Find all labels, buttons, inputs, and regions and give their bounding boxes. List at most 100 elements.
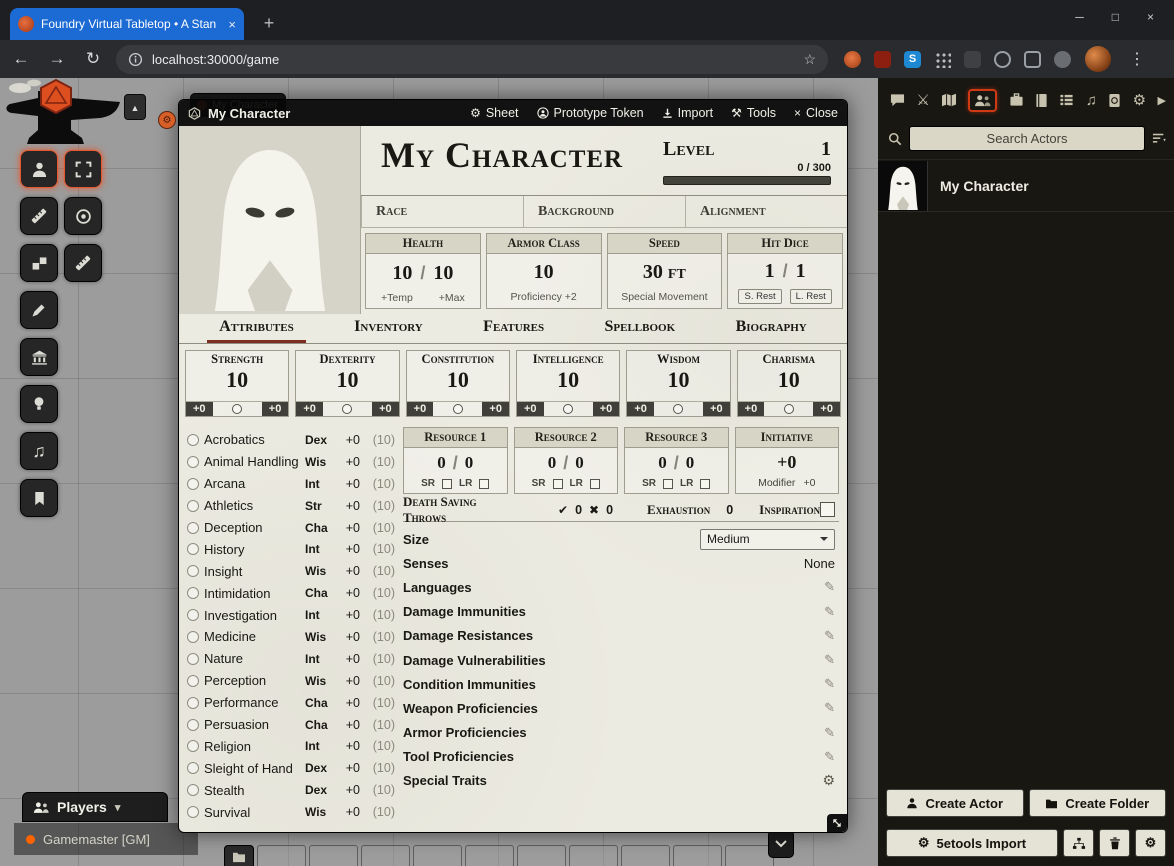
ability-score[interactable]: 10	[627, 367, 729, 401]
minimize-icon[interactable]: ─	[1075, 10, 1084, 24]
skill-proficiency-toggle[interactable]	[187, 565, 199, 577]
special-movement-label[interactable]: Special Movement	[608, 291, 722, 308]
ability-name[interactable]: Dexterity	[296, 351, 398, 367]
check-icon[interactable]: ✔	[558, 503, 568, 517]
skill-name[interactable]: Religion	[204, 739, 300, 754]
skill-proficiency-toggle[interactable]	[187, 609, 199, 621]
hotbar-slot[interactable]	[673, 845, 722, 866]
browser-tab[interactable]: Foundry Virtual Tabletop • A Stan ×	[10, 8, 244, 40]
tab-compendium[interactable]	[1108, 93, 1121, 108]
players-panel[interactable]: Players ▾	[22, 792, 168, 822]
skill-name[interactable]: Performance	[204, 695, 300, 710]
tab-playlists[interactable]: ♫	[1086, 92, 1097, 109]
skill-proficiency-toggle[interactable]	[187, 675, 199, 687]
max-hp-label[interactable]: +Max	[439, 292, 465, 304]
hotbar-slot[interactable]	[621, 845, 670, 866]
extension-icon-2[interactable]	[874, 51, 891, 68]
edit-icon[interactable]: ✎	[824, 652, 835, 668]
ability-score[interactable]: 10	[407, 367, 509, 401]
tab-scenes[interactable]	[941, 93, 957, 107]
short-rest-checkbox[interactable]	[442, 479, 452, 489]
tiles-controls-button[interactable]	[20, 244, 58, 282]
5etools-import-button[interactable]: ⚙ 5etools Import	[886, 829, 1058, 857]
edit-icon[interactable]: ✎	[824, 725, 835, 741]
hd-current[interactable]: 1	[765, 260, 775, 283]
skill-proficiency-toggle[interactable]	[187, 762, 199, 774]
size-select[interactable]: Medium	[700, 529, 835, 550]
hotbar-slot[interactable]	[569, 845, 618, 866]
sheet-tab[interactable]: Spellbook	[593, 314, 688, 343]
skill-name[interactable]: Perception	[204, 673, 300, 688]
speed-value[interactable]: 30 ft	[643, 261, 686, 284]
skill-proficiency-toggle[interactable]	[187, 587, 199, 599]
measure-controls-button[interactable]	[20, 197, 58, 235]
walls-controls-button[interactable]	[20, 338, 58, 376]
ability-name[interactable]: Constitution	[407, 351, 509, 367]
save-proficiency-toggle[interactable]	[232, 404, 242, 414]
resource-max[interactable]: 0	[575, 453, 584, 473]
hp-max[interactable]: 10	[433, 262, 453, 285]
save-proficiency-toggle[interactable]	[342, 404, 352, 414]
skill-proficiency-toggle[interactable]	[187, 784, 199, 796]
character-portrait[interactable]	[179, 126, 361, 314]
modifier-value[interactable]: +0	[803, 477, 815, 489]
death-success-count[interactable]: 0	[575, 503, 582, 517]
long-rest-checkbox[interactable]	[590, 479, 600, 489]
character-name[interactable]: My Character	[381, 136, 663, 176]
window-resize-handle[interactable]	[827, 814, 847, 832]
skill-name[interactable]: Persuasion	[204, 717, 300, 732]
skill-name[interactable]: Investigation	[204, 608, 300, 623]
field-input[interactable]	[415, 203, 509, 221]
inspiration-checkbox[interactable]	[820, 502, 835, 517]
skill-proficiency-toggle[interactable]	[187, 806, 199, 818]
ability-score[interactable]: 10	[296, 367, 398, 401]
ability-score[interactable]: 10	[517, 367, 619, 401]
sheet-config-button[interactable]: ⚙ Sheet	[470, 106, 518, 120]
sounds-controls-button[interactable]: ♫	[20, 432, 58, 470]
extension-icon-1[interactable]	[844, 51, 861, 68]
cross-icon[interactable]: ✖	[589, 503, 599, 517]
extension-icon-3[interactable]: S	[904, 51, 921, 68]
hotbar-slot[interactable]	[465, 845, 514, 866]
skill-name[interactable]: Intimidation	[204, 586, 300, 601]
close-button[interactable]: × Close	[794, 106, 838, 120]
lighting-controls-button[interactable]	[20, 385, 58, 423]
target-tool-button[interactable]	[64, 197, 102, 235]
maximize-icon[interactable]: □	[1112, 10, 1119, 24]
initiative-value[interactable]: +0	[736, 448, 839, 477]
address-bar[interactable]: localhost:30000/game ☆	[116, 45, 828, 74]
edit-icon[interactable]: ✎	[824, 579, 835, 595]
save-proficiency-toggle[interactable]	[784, 404, 794, 414]
search-input[interactable]	[909, 126, 1145, 151]
info-icon[interactable]	[128, 52, 143, 67]
ability-score[interactable]: 10	[186, 367, 288, 401]
ability-name[interactable]: Charisma	[738, 351, 840, 367]
long-rest-checkbox[interactable]	[700, 479, 710, 489]
xp-value[interactable]: 0 / 300	[663, 162, 831, 174]
short-rest-checkbox[interactable]	[553, 479, 563, 489]
tab-items[interactable]	[1009, 93, 1024, 107]
skill-proficiency-toggle[interactable]	[187, 456, 199, 468]
resource-label[interactable]: Resource 1	[404, 428, 507, 448]
save-proficiency-toggle[interactable]	[563, 404, 573, 414]
skill-name[interactable]: Nature	[204, 651, 300, 666]
url-text[interactable]: localhost:30000/game	[152, 52, 794, 67]
sheet-tab[interactable]: Biography	[724, 314, 819, 343]
browser-menu-icon[interactable]: ⋮	[1121, 49, 1153, 69]
tab-actors[interactable]	[968, 89, 997, 112]
skill-name[interactable]: Medicine	[204, 629, 300, 644]
actor-entry[interactable]: My Character	[878, 160, 1174, 212]
extension-icon-5[interactable]	[964, 51, 981, 68]
ability-name[interactable]: Wisdom	[627, 351, 729, 367]
drawings-controls-button[interactable]	[20, 291, 58, 329]
field-input[interactable]	[622, 203, 671, 221]
skill-proficiency-toggle[interactable]	[187, 543, 199, 555]
resource-max[interactable]: 0	[465, 453, 474, 473]
skill-name[interactable]: Stealth	[204, 783, 300, 798]
sidebar-collapse-icon[interactable]: ▶	[1157, 94, 1165, 107]
skill-proficiency-toggle[interactable]	[187, 500, 199, 512]
hotbar-slot[interactable]	[517, 845, 566, 866]
skill-name[interactable]: Survival	[204, 805, 300, 820]
tab-combat[interactable]: ⚔	[916, 91, 929, 109]
back-icon[interactable]: ←	[8, 49, 34, 69]
